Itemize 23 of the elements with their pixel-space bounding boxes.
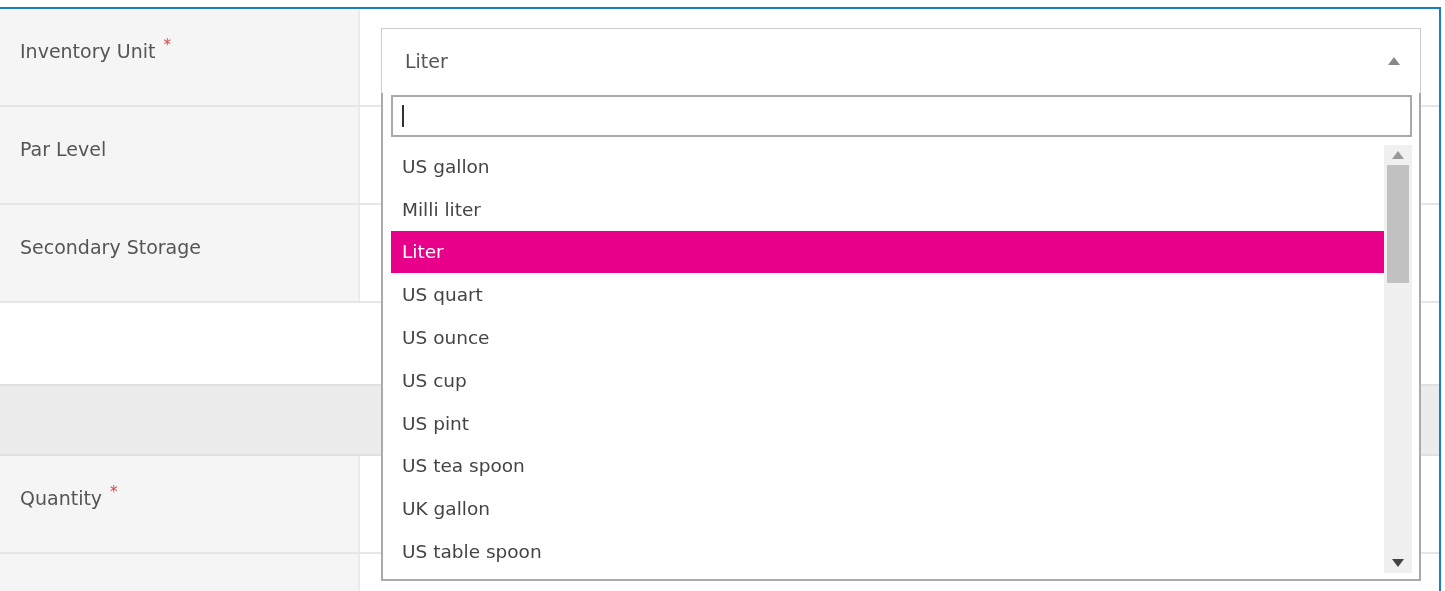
dropdown-option[interactable]: US cup	[391, 359, 1384, 402]
scroll-up-icon[interactable]	[1392, 151, 1404, 159]
dropdown-option[interactable]: US pint	[391, 401, 1384, 445]
dropdown-option[interactable]: UK gallon	[391, 487, 1384, 531]
scrollbar[interactable]	[1384, 145, 1412, 573]
field-label: Par Level	[20, 138, 107, 160]
dropdown-option[interactable]: US quart	[391, 273, 1384, 317]
dropdown-option[interactable]: US table spoon	[391, 530, 1384, 573]
field-label: Secondary Storage	[20, 236, 201, 258]
unit-select[interactable]: Liter	[381, 28, 1421, 94]
scrollbar-thumb[interactable]	[1387, 165, 1409, 283]
dropdown-option[interactable]: Liter	[391, 230, 1384, 274]
dropdown-option[interactable]: Milli liter	[391, 187, 1384, 231]
dropdown-option[interactable]: US ounce	[391, 316, 1384, 359]
scroll-down-icon[interactable]	[1392, 559, 1404, 567]
required-mark: *	[163, 38, 171, 53]
field-label: Inventory Unit	[20, 40, 156, 62]
dropdown-option[interactable]: US tea spoon	[391, 444, 1384, 488]
dropdown-option[interactable]: US gallon	[391, 145, 1384, 188]
required-mark: *	[110, 485, 118, 500]
field-label: Quantity	[20, 487, 103, 509]
search-field[interactable]	[391, 95, 1412, 137]
caret-icon[interactable]	[1388, 57, 1400, 65]
